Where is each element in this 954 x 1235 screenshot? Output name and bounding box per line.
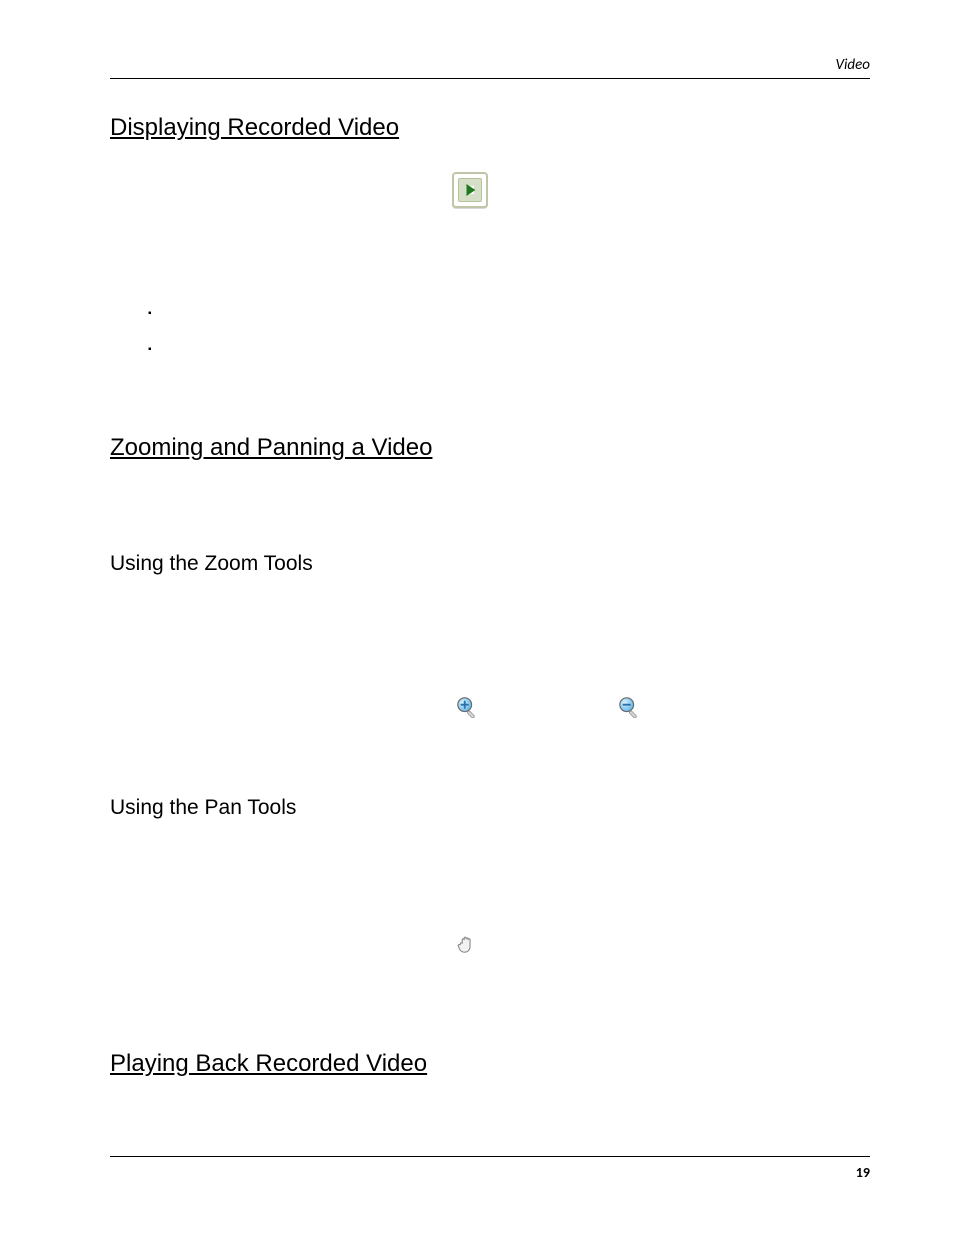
running-header: Video (835, 56, 870, 74)
pan-icon-row (110, 930, 870, 970)
zoom-out-icon (618, 696, 640, 718)
list-item (170, 302, 870, 338)
recorded-video-instruction-row (110, 172, 870, 302)
header-rule (110, 78, 870, 79)
play-icon-triangle (466, 184, 475, 196)
zoom-in-icon (456, 696, 478, 718)
play-icon-frame (458, 178, 482, 202)
heading-zooming-panning: Zooming and Panning a Video (110, 434, 870, 462)
heading-playing-back-recorded-video: Playing Back Recorded Video (110, 1050, 870, 1078)
heading-displaying-recorded-video: Displaying Recorded Video (110, 114, 870, 142)
page-number: 19 (856, 1164, 870, 1181)
footer-rule (110, 1156, 870, 1157)
list-item (170, 338, 870, 374)
recorded-video-bullet-list (110, 302, 870, 374)
page: Video Displaying Recorded Video Zooming … (0, 0, 954, 1235)
recorded-video-play-icon (452, 172, 488, 208)
zoom-icons-row (110, 696, 870, 736)
pan-hand-icon (454, 930, 480, 956)
subheading-zoom-tools: Using the Zoom Tools (110, 552, 870, 576)
subheading-pan-tools: Using the Pan Tools (110, 796, 870, 820)
content-area: Displaying Recorded Video Zooming and Pa… (110, 114, 870, 1108)
